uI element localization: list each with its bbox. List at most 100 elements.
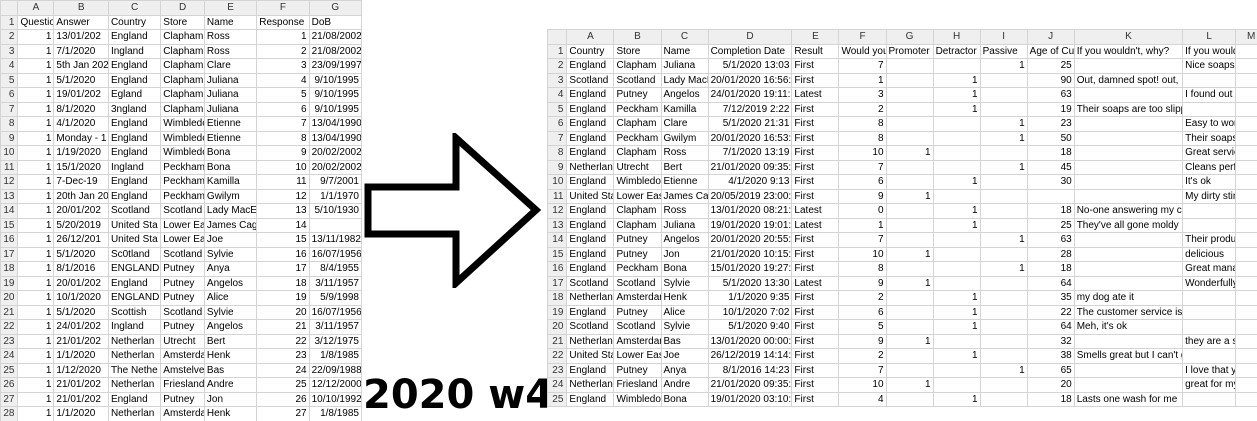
cell-d19[interactable]: Putney [160,275,205,291]
cell-b8[interactable]: Clapham [613,145,662,161]
cell-g18[interactable]: 8/4/1955 [308,261,363,277]
cell-e11[interactable]: First [791,188,840,204]
row-header[interactable]: 17 [546,275,568,291]
cell-g11[interactable]: 1 [885,188,934,204]
cell-f12[interactable]: 11 [256,174,310,190]
cell-c25[interactable]: Bona [660,391,709,407]
cell-a20[interactable]: 1 [17,290,55,306]
cell-f5[interactable]: 2 [838,101,887,117]
cell-k5[interactable]: Their soaps are too slippery [1073,101,1184,117]
row-header[interactable]: 4 [0,58,19,74]
cell-f18[interactable]: 17 [256,261,310,277]
cell-f3[interactable]: 1 [838,72,887,88]
cell-j18[interactable]: 35 [1026,290,1075,306]
cell-k8[interactable] [1073,145,1184,161]
cell-k12[interactable]: No-one answering my call [1073,203,1184,219]
cell-b14[interactable]: Putney [613,232,662,248]
cell-i19[interactable] [979,304,1028,320]
cell-c22[interactable]: Ingland [107,319,162,335]
cell-d28[interactable]: Amsterdar [160,406,205,421]
cell-b3[interactable]: 7/1/2020 [53,43,109,59]
cell-f25[interactable]: 4 [838,391,887,407]
column-header-a[interactable]: A [17,0,55,16]
cell-f24[interactable]: 23 [256,348,310,364]
cell-m3[interactable] [1235,72,1257,88]
cell-g4[interactable]: 23/09/1997 [308,58,363,74]
cell-f11[interactable]: 10 [256,159,310,175]
cell-f8[interactable]: 10 [838,145,887,161]
cell-l13[interactable] [1182,217,1237,233]
cell-e19[interactable]: First [791,304,840,320]
cell-i4[interactable] [979,87,1028,103]
cell-b24[interactable]: Friesland [613,377,662,393]
cell-f16[interactable]: 15 [256,232,310,248]
cell-d13[interactable]: 19/01/2020 19:01: [707,217,793,233]
cell-b27[interactable]: 21/01/202 [53,391,109,407]
cell-d5[interactable]: 7/12/2019 2:22 [707,101,793,117]
cell-f7[interactable]: 8 [838,130,887,146]
cell-a26[interactable]: 1 [17,377,55,393]
cell-f16[interactable]: 8 [838,261,887,277]
cell-c3[interactable]: Lady MacE [660,72,709,88]
column-header-c[interactable]: C [660,29,709,45]
cell-b1[interactable]: Answer [53,14,109,30]
cell-a8[interactable]: England [566,145,615,161]
cell-c23[interactable]: Netherlan [107,333,162,349]
cell-a12[interactable]: England [566,203,615,219]
cell-l24[interactable]: great for my slip ar [1182,377,1237,393]
cell-b22[interactable]: 24/01/202 [53,319,109,335]
cell-l8[interactable]: Great service (even [1182,145,1237,161]
cell-l21[interactable]: they are a smelly b [1182,333,1237,349]
cell-f4[interactable]: 3 [256,58,310,74]
cell-g16[interactable] [885,261,934,277]
cell-c16[interactable]: Bona [660,261,709,277]
cell-b2[interactable]: Clapham [613,58,662,74]
column-header-i[interactable]: I [979,29,1028,45]
cell-m20[interactable] [1235,319,1257,335]
cell-a15[interactable]: England [566,246,615,262]
cell-d16[interactable]: Lower Eas [160,232,205,248]
cell-h2[interactable] [932,58,981,74]
row-header[interactable]: 7 [0,101,19,117]
cell-m14[interactable] [1235,232,1257,248]
cell-i3[interactable] [979,72,1028,88]
cell-h17[interactable] [932,275,981,291]
cell-h21[interactable] [932,333,981,349]
cell-g1[interactable]: DoB [308,14,363,30]
cell-d24[interactable]: Amsterdar [160,348,205,364]
cell-c11[interactable]: James Cag [660,188,709,204]
row-header[interactable]: 2 [0,29,19,45]
cell-b13[interactable]: 20th Jan 20 [53,188,109,204]
cell-g17[interactable]: 16/07/1956 [308,246,363,262]
cell-d23[interactable]: Utrecht [160,333,205,349]
row-header[interactable]: 7 [546,130,568,146]
cell-g8[interactable]: 13/04/1990 [308,116,363,132]
cell-j4[interactable]: 63 [1026,87,1075,103]
cell-j7[interactable]: 50 [1026,130,1075,146]
cell-g19[interactable] [885,304,934,320]
cell-c16[interactable]: United Sta [107,232,162,248]
cell-g15[interactable]: 1 [885,246,934,262]
cell-e21[interactable]: Sylvie [203,304,258,320]
cell-f12[interactable]: 0 [838,203,887,219]
cell-l2[interactable]: Nice soaps [1182,58,1237,74]
cell-a22[interactable]: 1 [17,319,55,335]
cell-d23[interactable]: 8/1/2016 14:23 [707,362,793,378]
column-header-m[interactable]: M [1235,29,1257,45]
cell-f22[interactable]: 2 [838,348,887,364]
cell-g15[interactable] [308,217,363,233]
cell-g10[interactable] [885,174,934,190]
cell-b21[interactable]: 5/1/2020 [53,304,109,320]
cell-f19[interactable]: 6 [838,304,887,320]
cell-j15[interactable]: 28 [1026,246,1075,262]
cell-e4[interactable]: Latest [791,87,840,103]
cell-d20[interactable]: 5/1/2020 9:40 [707,319,793,335]
column-header-k[interactable]: K [1073,29,1184,45]
cell-d1[interactable]: Store [160,14,205,30]
cell-d2[interactable]: 5/1/2020 13:03 [707,58,793,74]
cell-i24[interactable] [979,377,1028,393]
cell-j6[interactable]: 23 [1026,116,1075,132]
cell-c5[interactable]: Kamilla [660,101,709,117]
cell-g22[interactable] [885,348,934,364]
cell-e25[interactable]: First [791,391,840,407]
